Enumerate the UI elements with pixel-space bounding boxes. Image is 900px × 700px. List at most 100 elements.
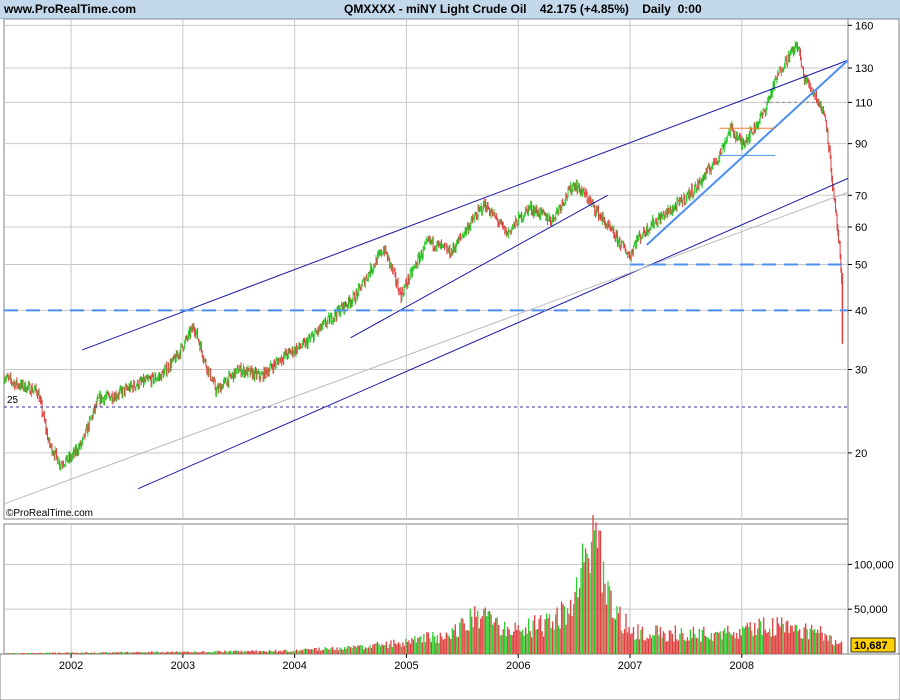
- volume-bar: [545, 613, 548, 654]
- volume-bar: [743, 628, 745, 654]
- volume-bar: [342, 649, 344, 654]
- volume-bar: [809, 628, 811, 654]
- time-axis-panel: [0, 653, 900, 700]
- volume-bar: [655, 625, 657, 654]
- volume-bar: [819, 626, 822, 654]
- price-tick-label: 160: [855, 20, 873, 32]
- volume-bar: [307, 648, 310, 654]
- volume-bar: [724, 628, 726, 654]
- volume-bar: [700, 641, 702, 654]
- volume-bar: [370, 647, 373, 654]
- volume-bar: [134, 652, 136, 654]
- volume-bar: [676, 639, 678, 654]
- volume-bar: [20, 653, 22, 654]
- volume-bar: [8, 653, 10, 654]
- volume-bar: [414, 636, 416, 654]
- volume-bar: [186, 651, 188, 654]
- volume-bar: [592, 514, 594, 654]
- volume-bar: [197, 652, 199, 654]
- volume-bar: [683, 640, 686, 654]
- price-panel[interactable]: [3, 18, 849, 520]
- volume-bar: [787, 620, 789, 654]
- volume-bar: [274, 649, 277, 654]
- volume-bar: [435, 642, 437, 654]
- volume-bar: [670, 630, 672, 654]
- volume-bar: [309, 649, 311, 654]
- volume-bar: [270, 651, 272, 654]
- volume-bar: [29, 653, 31, 654]
- volume-bar: [50, 652, 52, 654]
- volume-bar: [266, 651, 268, 654]
- volume-bar: [44, 652, 46, 654]
- volume-bar: [519, 630, 521, 654]
- volume-bar: [306, 648, 308, 654]
- volume-bar: [283, 649, 286, 654]
- volume-bar: [277, 651, 280, 654]
- volume-bar: [508, 629, 510, 654]
- volume-bar: [531, 637, 533, 654]
- volume-bar: [316, 650, 319, 654]
- volume-bar: [143, 652, 145, 654]
- volume-bar: [490, 614, 492, 654]
- volume-bar: [568, 613, 570, 654]
- volume-bar: [686, 637, 689, 654]
- volume-bar: [95, 652, 97, 654]
- volume-bar: [155, 651, 157, 654]
- volume-bar: [456, 636, 458, 654]
- volume-bar: [781, 617, 783, 654]
- volume-bar: [652, 634, 654, 654]
- volume-bar: [659, 626, 662, 654]
- volume-bar: [536, 628, 539, 654]
- volume-bar: [140, 652, 142, 654]
- volume-bar: [751, 630, 753, 654]
- volume-bar: [69, 652, 72, 654]
- volume-bar: [526, 633, 528, 654]
- volume-bar: [60, 652, 63, 654]
- volume-bar: [736, 632, 738, 654]
- volume-bar: [409, 643, 412, 654]
- volume-bar: [280, 651, 283, 654]
- volume-bar: [298, 650, 301, 654]
- volume-bar: [575, 577, 578, 654]
- volume-bar: [24, 653, 27, 654]
- volume-bar: [288, 651, 290, 654]
- volume-bar: [501, 635, 503, 654]
- volume-bar: [348, 645, 350, 654]
- volume-bar: [23, 652, 25, 654]
- volume-bar: [210, 652, 212, 654]
- site-name[interactable]: www.ProRealTime.com: [4, 2, 136, 16]
- volume-bar: [66, 652, 69, 654]
- volume-bar: [252, 650, 254, 654]
- volume-bar: [192, 652, 194, 654]
- volume-bar: [394, 643, 397, 654]
- volume-bar: [128, 652, 130, 654]
- volume-bar: [671, 633, 674, 654]
- volume-bar: [836, 643, 838, 654]
- volume-bar: [801, 638, 804, 654]
- volume-bar: [327, 648, 329, 654]
- x-tick-label: 2005: [394, 660, 418, 672]
- volume-bar: [105, 651, 108, 654]
- price-volume-chart[interactable]: 2002 2003 2004 2005 2006 2007 2008 160 130 110 90 7…: [0, 0, 900, 700]
- volume-bar: [357, 645, 359, 654]
- volume-bar: [402, 642, 404, 654]
- volume-bar: [346, 646, 349, 654]
- volume-bar: [475, 616, 477, 654]
- volume-bar: [772, 618, 774, 654]
- volume-bar: [111, 652, 114, 654]
- volume-bar: [219, 651, 221, 654]
- volume-bar: [366, 648, 368, 654]
- volume-bar: [679, 633, 681, 654]
- volume-bar: [373, 644, 376, 654]
- volume-bar: [77, 653, 79, 654]
- volume-bar: [138, 652, 141, 654]
- volume-bar: [688, 640, 690, 654]
- volume-bar: [354, 645, 356, 654]
- volume-bar: [167, 651, 169, 654]
- volume-bar: [822, 640, 825, 654]
- volume-panel[interactable]: [3, 523, 849, 655]
- volume-bar: [529, 631, 531, 654]
- volume-bar: [152, 651, 154, 654]
- volume-bar: [420, 636, 422, 654]
- volume-bar: [336, 647, 338, 654]
